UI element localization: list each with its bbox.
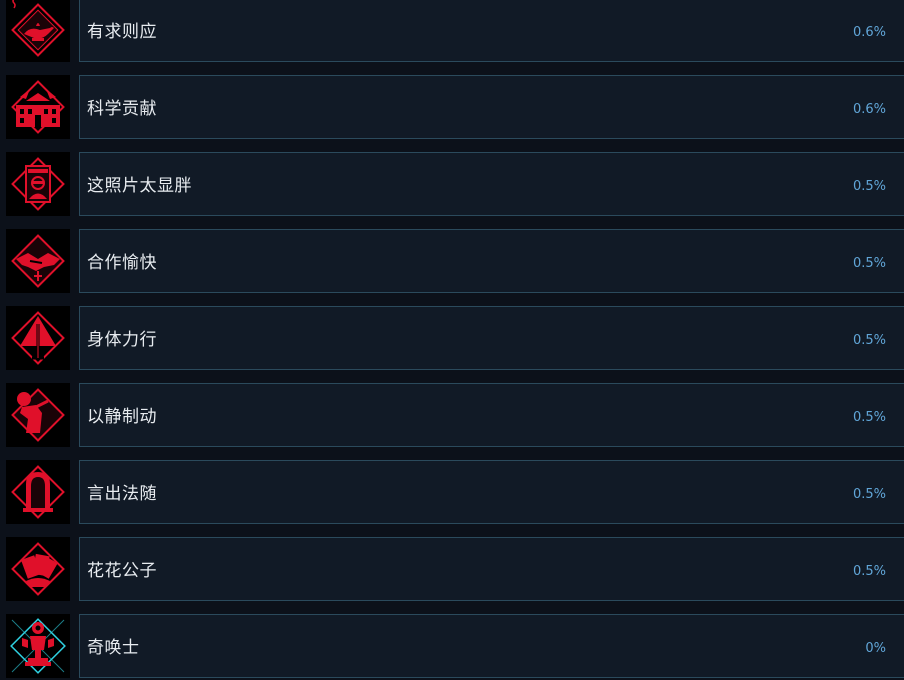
arch-door-icon	[11, 465, 65, 519]
achievement-percent: 0.5%	[852, 410, 886, 425]
achievement-name: 以静制动	[87, 407, 157, 427]
achievement-name: 奇唤士	[87, 638, 140, 658]
achievement-percent: 0.6%	[852, 25, 886, 40]
handshake-icon	[11, 234, 65, 288]
achievement-percent: 0.5%	[852, 564, 886, 579]
pyramid-icon	[11, 311, 65, 365]
achievement-icon-frame	[6, 614, 70, 678]
achievement-percent: 0%	[865, 641, 886, 656]
achievement-row[interactable]: 有求则应 0.6%	[0, 0, 904, 62]
achievement-name: 有求则应	[87, 22, 157, 42]
achievement-percent: 0.5%	[852, 487, 886, 502]
achievement-name: 这照片太显胖	[87, 176, 192, 196]
achievement-panel: 科学贡献 0.6%	[79, 75, 904, 139]
achievement-name: 合作愉快	[87, 253, 157, 273]
achievement-percent: 0.5%	[852, 256, 886, 271]
playing-cards-icon	[11, 542, 65, 596]
achievement-row[interactable]: 科学贡献 0.6%	[0, 75, 904, 139]
achievement-panel: 有求则应 0.6%	[79, 0, 904, 62]
achievement-panel: 奇唤士 0%	[79, 614, 904, 678]
achievement-icon-frame	[6, 75, 70, 139]
achievement-name: 身体力行	[87, 330, 157, 350]
achievement-icon-frame	[6, 460, 70, 524]
achievement-name: 言出法随	[87, 484, 157, 504]
achievement-row[interactable]: 这照片太显胖 0.5%	[0, 152, 904, 216]
figure-icon	[11, 388, 65, 442]
achievement-name: 科学贡献	[87, 99, 157, 119]
achievement-row[interactable]: 奇唤士 0%	[0, 614, 904, 678]
achievement-panel: 花花公子 0.5%	[79, 537, 904, 601]
achievement-icon-frame	[6, 0, 70, 62]
achievement-panel: 身体力行 0.5%	[79, 306, 904, 370]
achievement-icon-frame	[6, 383, 70, 447]
achievement-panel: 以静制动 0.5%	[79, 383, 904, 447]
achievement-panel: 这照片太显胖 0.5%	[79, 152, 904, 216]
achievement-row[interactable]: 合作愉快 0.5%	[0, 229, 904, 293]
achievement-percent: 0.5%	[852, 179, 886, 194]
achievement-percent: 0.6%	[852, 102, 886, 117]
trophy-icon	[10, 618, 66, 674]
achievement-icon-frame	[6, 306, 70, 370]
achievement-panel: 言出法随 0.5%	[79, 460, 904, 524]
wanted-poster-icon	[11, 157, 65, 211]
achievement-icon-frame	[6, 537, 70, 601]
achievement-row[interactable]: 花花公子 0.5%	[0, 537, 904, 601]
achievement-row[interactable]: 身体力行 0.5%	[0, 306, 904, 370]
achievement-row[interactable]: 言出法随 0.5%	[0, 460, 904, 524]
achievement-panel: 合作愉快 0.5%	[79, 229, 904, 293]
building-icon	[11, 80, 65, 134]
achievement-percent: 0.5%	[852, 333, 886, 348]
genie-lamp-icon	[11, 0, 65, 57]
achievement-list: 有求则应 0.6% 科学贡献 0.6% 这照片太显胖 0.5% 合作愉快 0.5…	[0, 0, 904, 680]
achievement-name: 花花公子	[87, 561, 157, 581]
achievement-icon-frame	[6, 152, 70, 216]
achievement-row[interactable]: 以静制动 0.5%	[0, 383, 904, 447]
achievement-icon-frame	[6, 229, 70, 293]
